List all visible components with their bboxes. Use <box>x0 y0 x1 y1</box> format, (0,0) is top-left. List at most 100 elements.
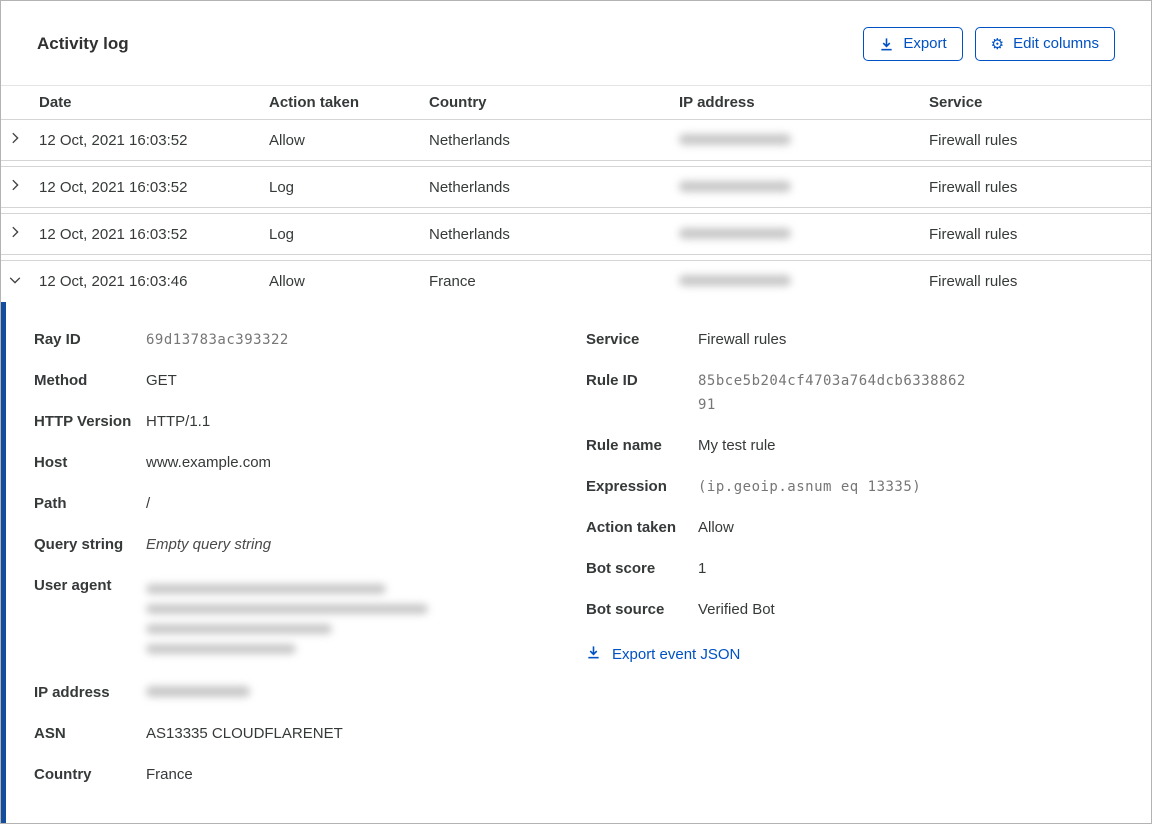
field-label: Path <box>34 495 67 512</box>
table-row[interactable]: 12 Oct, 2021 16:03:52 Log Netherlands Fi… <box>1 213 1151 255</box>
detail-right-column: Service Firewall rules Rule ID 85bce5b20… <box>586 328 1151 804</box>
field-label: Bot score <box>586 560 656 577</box>
field-label: Host <box>34 454 68 471</box>
redacted-text-blur <box>146 686 250 697</box>
field-label: Bot source <box>586 601 665 618</box>
chevron-right-icon <box>8 131 22 149</box>
cell-service: Firewall rules <box>929 273 1018 290</box>
field-value: Verified Bot <box>698 601 775 618</box>
toolbar: Export ⚙ Edit columns <box>863 27 1115 61</box>
detail-row-user-agent: User agent <box>34 574 586 664</box>
expand-row-button[interactable] <box>1 225 39 243</box>
field-value: My test rule <box>698 437 776 454</box>
field-label: Expression <box>586 478 667 495</box>
field-value: 85bce5b204cf4703a764dcb633886291 <box>698 373 966 413</box>
edit-columns-button-label: Edit columns <box>1013 35 1099 52</box>
page-title: Activity log <box>37 34 129 53</box>
cell-country: Netherlands <box>429 225 510 243</box>
field-value: France <box>146 766 193 783</box>
export-event-json-label: Export event JSON <box>612 646 741 663</box>
field-value: Allow <box>698 519 734 536</box>
column-header-action-taken[interactable]: Action taken <box>269 94 429 111</box>
cell-action-taken: Allow <box>269 131 305 149</box>
field-label: Country <box>34 766 92 783</box>
chevron-down-icon <box>8 273 22 291</box>
column-header-ip-address[interactable]: IP address <box>679 94 929 111</box>
cell-date: 12 Oct, 2021 16:03:46 <box>39 273 188 290</box>
field-label: Action taken <box>586 519 677 536</box>
export-button[interactable]: Export <box>863 27 963 61</box>
gear-icon: ⚙ <box>990 34 1005 53</box>
detail-left-column: Ray ID 69d13783ac393322 Method GET HTTP … <box>34 328 586 804</box>
field-label: Ray ID <box>34 331 81 348</box>
field-value: / <box>146 495 151 512</box>
detail-row-ray-id: Ray ID 69d13783ac393322 <box>34 328 586 352</box>
download-icon <box>879 37 894 52</box>
cell-service: Firewall rules <box>929 178 1018 196</box>
table-row-expanded[interactable]: 12 Oct, 2021 16:03:46 Allow France Firew… <box>1 260 1151 302</box>
field-label: ASN <box>34 725 66 742</box>
detail-row-bot-source: Bot source Verified Bot <box>586 598 1151 622</box>
detail-row-query-string: Query string Empty query string <box>34 533 586 557</box>
field-value: AS13335 CLOUDFLARENET <box>146 725 343 742</box>
collapse-row-button[interactable] <box>1 273 39 291</box>
cell-service: Firewall rules <box>929 131 1018 149</box>
field-label: IP address <box>34 684 110 701</box>
redacted-ip-blur <box>679 180 791 192</box>
cell-action-taken: Allow <box>269 273 305 290</box>
event-detail-panel: Ray ID 69d13783ac393322 Method GET HTTP … <box>1 302 1151 823</box>
field-value: (ip.geoip.asnum eq 13335) <box>698 479 922 495</box>
field-value: 1 <box>698 560 707 577</box>
cell-country: Netherlands <box>429 178 510 196</box>
detail-row-host: Host www.example.com <box>34 451 586 475</box>
field-label: Query string <box>34 536 124 553</box>
cell-ip-redacted <box>679 132 929 149</box>
cell-date: 12 Oct, 2021 16:03:52 <box>39 178 188 196</box>
cell-action-taken: Log <box>269 225 295 243</box>
expand-row-button[interactable] <box>1 178 39 196</box>
redacted-text-blur <box>146 604 428 614</box>
field-label: Method <box>34 372 88 389</box>
cell-ip-redacted <box>679 226 929 243</box>
redacted-ip-blur <box>679 275 791 286</box>
detail-row-country: Country France <box>34 763 586 787</box>
edit-columns-button[interactable]: ⚙ Edit columns <box>974 27 1115 61</box>
header-bar: Activity log Export ⚙ Edit columns <box>1 1 1151 85</box>
field-value: Empty query string <box>146 536 272 553</box>
column-header-service[interactable]: Service <box>929 94 1151 111</box>
redacted-text-blur <box>146 584 386 594</box>
cell-service: Firewall rules <box>929 225 1018 243</box>
detail-row-bot-score: Bot score 1 <box>586 557 1151 581</box>
cell-ip-redacted <box>679 273 929 290</box>
chevron-right-icon <box>8 178 22 196</box>
download-icon <box>586 645 601 664</box>
field-label: Rule name <box>586 437 662 454</box>
column-header-country[interactable]: Country <box>429 94 679 111</box>
field-value: Firewall rules <box>698 331 787 348</box>
detail-row-action-taken: Action taken Allow <box>586 516 1151 540</box>
detail-row-asn: ASN AS13335 CLOUDFLARENET <box>34 722 586 746</box>
activity-log-page: Activity log Export ⚙ Edit columns Date … <box>0 0 1152 824</box>
redacted-user-agent <box>146 574 428 664</box>
field-label: HTTP Version <box>34 413 132 430</box>
export-button-label: Export <box>903 35 947 52</box>
column-header-date[interactable]: Date <box>39 94 269 111</box>
detail-row-method: Method GET <box>34 369 586 393</box>
cell-date: 12 Oct, 2021 16:03:52 <box>39 225 188 243</box>
detail-row-path: Path / <box>34 492 586 516</box>
field-label: Service <box>586 331 640 348</box>
detail-row-rule-id: Rule ID 85bce5b204cf4703a764dcb633886291 <box>586 369 1151 417</box>
redacted-ip-blur <box>679 133 791 145</box>
field-label: User agent <box>34 577 112 594</box>
field-value: GET <box>146 372 177 389</box>
chevron-right-icon <box>8 225 22 243</box>
detail-row-http-version: HTTP Version HTTP/1.1 <box>34 410 586 434</box>
field-value: HTTP/1.1 <box>146 413 211 430</box>
export-event-json-link[interactable]: Export event JSON <box>586 645 740 664</box>
expand-row-button[interactable] <box>1 131 39 149</box>
table-row[interactable]: 12 Oct, 2021 16:03:52 Log Netherlands Fi… <box>1 166 1151 208</box>
redacted-ip-blur <box>679 227 791 239</box>
cell-country: France <box>429 273 476 290</box>
table-row[interactable]: 12 Oct, 2021 16:03:52 Allow Netherlands … <box>1 119 1151 161</box>
field-value: www.example.com <box>146 454 272 471</box>
